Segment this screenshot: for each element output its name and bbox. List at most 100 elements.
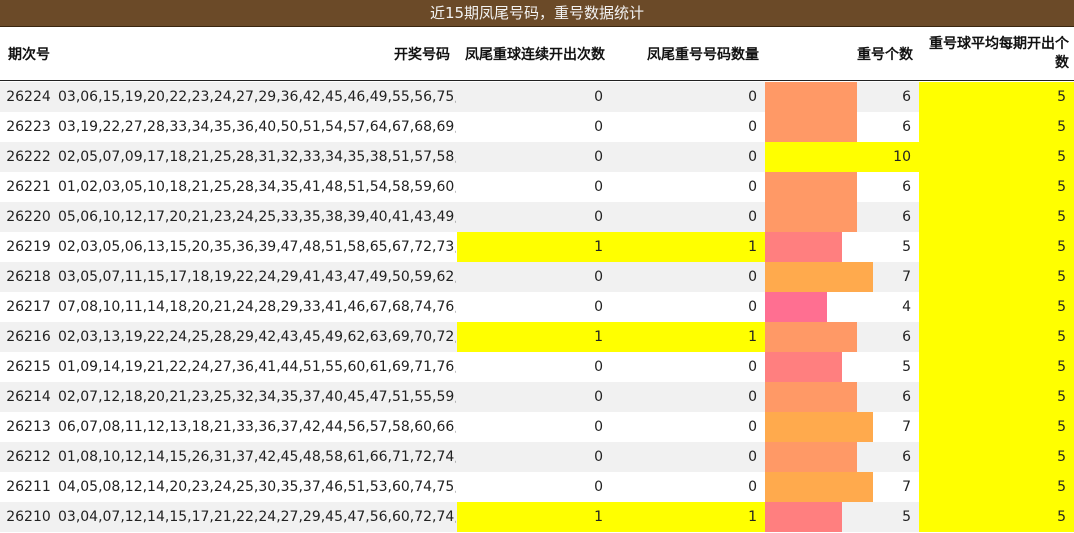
repeat-value: 6 <box>902 119 911 135</box>
repeat-value: 6 <box>902 329 911 345</box>
table-row: 26212 01,08,10,12,14,15,26,31,37,42,45,48… <box>0 442 1074 472</box>
consecutive-cell: 0 <box>594 119 603 135</box>
count-cell: 0 <box>748 479 757 495</box>
count-cell: 0 <box>748 179 757 195</box>
table-row: 26213 06,07,08,11,12,13,18,21,33,36,37,42… <box>0 412 1074 442</box>
repeat-bar <box>765 292 827 322</box>
header-consecutive: 凤尾重球连续开出次数 <box>465 46 605 63</box>
repeat-cell: 5 <box>765 232 919 262</box>
repeat-bar <box>765 472 873 502</box>
count-cell: 0 <box>748 119 757 135</box>
repeat-cell: 5 <box>765 502 919 532</box>
count-cell: 0 <box>748 299 757 315</box>
issue-cell: 26217 <box>6 299 51 315</box>
header-repeat: 重号个数 <box>857 46 913 63</box>
average-cell: 5 <box>919 172 1074 202</box>
numbers-cell: 02,03,13,19,22,24,25,28,29,42,43,45,49,6… <box>58 329 456 345</box>
table-row: 26220 05,06,10,12,17,20,21,23,24,25,33,35… <box>0 202 1074 232</box>
count-cell: 0 <box>748 419 757 435</box>
issue-cell: 26222 <box>6 149 51 165</box>
average-cell: 5 <box>919 442 1074 472</box>
table-row: 26219 02,03,05,06,13,15,20,35,36,39,47,48… <box>0 232 1074 262</box>
numbers-cell: 03,19,22,27,28,33,34,35,36,40,50,51,54,5… <box>58 119 456 135</box>
repeat-bar <box>765 352 842 382</box>
repeat-cell: 6 <box>765 442 919 472</box>
table-row: 26222 02,05,07,09,17,18,21,25,28,31,32,33… <box>0 142 1074 172</box>
table-row: 26223 03,19,22,27,28,33,34,35,36,40,50,51… <box>0 112 1074 142</box>
numbers-cell: 05,06,10,12,17,20,21,23,24,25,33,35,38,3… <box>58 209 456 225</box>
count-cell: 0 <box>748 449 757 465</box>
issue-cell: 26212 <box>6 449 51 465</box>
repeat-cell: 5 <box>765 352 919 382</box>
repeat-bar <box>765 202 857 232</box>
numbers-cell: 07,08,10,11,14,18,20,21,24,28,29,33,41,4… <box>58 299 456 315</box>
numbers-cell: 01,09,14,19,21,22,24,27,36,41,44,51,55,6… <box>58 359 456 375</box>
table-row: 26210 03,04,07,12,14,15,17,21,22,24,27,29… <box>0 502 1074 532</box>
table-row: 26224 03,06,15,19,20,22,23,24,27,29,36,42… <box>0 82 1074 112</box>
numbers-cell: 03,05,07,11,15,17,18,19,22,24,29,41,43,4… <box>58 269 456 285</box>
issue-cell: 26213 <box>6 419 51 435</box>
repeat-cell: 6 <box>765 112 919 142</box>
repeat-value: 7 <box>902 419 911 435</box>
repeat-value: 6 <box>902 209 911 225</box>
consecutive-cell: 0 <box>594 179 603 195</box>
repeat-value: 10 <box>893 149 911 165</box>
average-cell: 5 <box>919 502 1074 532</box>
table-header: 期次号 开奖号码 凤尾重球连续开出次数 凤尾重号号码数量 重号个数 重号球平均每… <box>0 27 1074 81</box>
header-issue: 期次号 <box>8 46 50 63</box>
average-cell: 5 <box>919 472 1074 502</box>
repeat-value: 5 <box>902 509 911 525</box>
count-cell: 1 <box>611 322 765 352</box>
issue-cell: 26215 <box>6 359 51 375</box>
issue-cell: 26221 <box>6 179 51 195</box>
repeat-value: 6 <box>902 389 911 405</box>
repeat-value: 7 <box>902 269 911 285</box>
issue-cell: 26220 <box>6 209 51 225</box>
issue-cell: 26218 <box>6 269 51 285</box>
table-row: 26218 03,05,07,11,15,17,18,19,22,24,29,41… <box>0 262 1074 292</box>
repeat-cell: 6 <box>765 382 919 412</box>
average-cell: 5 <box>919 382 1074 412</box>
repeat-cell: 7 <box>765 472 919 502</box>
repeat-bar <box>765 232 842 262</box>
numbers-cell: 03,04,07,12,14,15,17,21,22,24,27,29,45,4… <box>58 509 456 525</box>
repeat-cell: 6 <box>765 202 919 232</box>
issue-cell: 26219 <box>6 239 51 255</box>
count-cell: 0 <box>748 209 757 225</box>
repeat-cell: 6 <box>765 82 919 112</box>
average-cell: 5 <box>919 142 1074 172</box>
issue-cell: 26224 <box>6 89 51 105</box>
issue-cell: 26216 <box>6 329 51 345</box>
issue-cell: 26211 <box>6 479 51 495</box>
count-cell: 1 <box>611 232 765 262</box>
consecutive-cell: 0 <box>594 389 603 405</box>
consecutive-cell: 0 <box>594 149 603 165</box>
average-cell: 5 <box>919 82 1074 112</box>
repeat-value: 6 <box>902 179 911 195</box>
average-cell: 5 <box>919 412 1074 442</box>
numbers-cell: 02,03,05,06,13,15,20,35,36,39,47,48,51,5… <box>58 239 456 255</box>
consecutive-cell: 0 <box>594 209 603 225</box>
numbers-cell: 04,05,08,12,14,20,23,24,25,30,35,37,46,5… <box>58 479 456 495</box>
repeat-bar <box>765 82 857 112</box>
repeat-cell: 6 <box>765 172 919 202</box>
repeat-cell: 4 <box>765 292 919 322</box>
numbers-cell: 02,07,12,18,20,21,23,25,32,34,35,37,40,4… <box>58 389 456 405</box>
count-cell: 1 <box>611 502 765 532</box>
consecutive-cell: 1 <box>457 322 611 352</box>
average-cell: 5 <box>919 202 1074 232</box>
table-row: 26216 02,03,13,19,22,24,25,28,29,42,43,45… <box>0 322 1074 352</box>
numbers-cell: 01,02,03,05,10,18,21,25,28,34,35,41,48,5… <box>58 179 456 195</box>
table-row: 26214 02,07,12,18,20,21,23,25,32,34,35,37… <box>0 382 1074 412</box>
header-numbers: 开奖号码 <box>394 46 450 63</box>
repeat-value: 6 <box>902 89 911 105</box>
table-body: 26224 03,06,15,19,20,22,23,24,27,29,36,42… <box>0 82 1074 532</box>
repeat-bar <box>765 262 873 292</box>
consecutive-cell: 0 <box>594 479 603 495</box>
consecutive-cell: 1 <box>457 502 611 532</box>
repeat-value: 6 <box>902 449 911 465</box>
consecutive-cell: 0 <box>594 89 603 105</box>
repeat-bar <box>765 172 857 202</box>
table-row: 26215 01,09,14,19,21,22,24,27,36,41,44,51… <box>0 352 1074 382</box>
repeat-value: 7 <box>902 479 911 495</box>
